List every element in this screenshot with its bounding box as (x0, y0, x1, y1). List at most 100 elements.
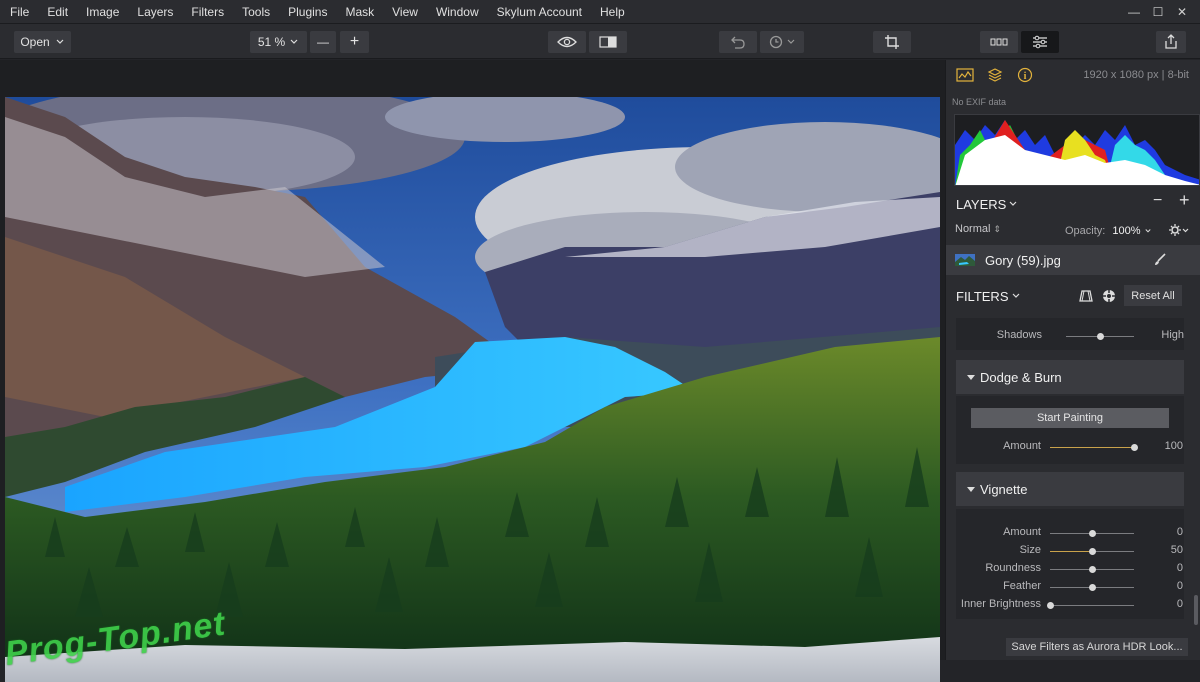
menu-layers[interactable]: Layers (128, 0, 182, 24)
slider-knob[interactable] (1089, 548, 1096, 555)
start-painting-button[interactable]: Start Painting (971, 408, 1169, 428)
dodge-amount-slider[interactable]: Amount 100 (946, 438, 1200, 456)
chevron-down-icon (1145, 229, 1151, 233)
reset-all-label: Reset All (1131, 289, 1175, 302)
vignette-header[interactable]: Vignette (956, 472, 1184, 506)
slider-track[interactable] (1050, 548, 1134, 555)
zoom-out-label: — (317, 35, 329, 49)
export-button[interactable] (1156, 31, 1186, 53)
mask-icon[interactable] (1079, 289, 1093, 303)
slider-value: 0 (1176, 562, 1183, 574)
shadows-label: Shadows (996, 329, 1042, 341)
tools-icon (990, 38, 1008, 46)
dodge-burn-title: Dodge & Burn (980, 369, 1062, 385)
menu-skylum-account[interactable]: Skylum Account (488, 0, 591, 24)
menu-file[interactable]: File (0, 0, 38, 24)
add-layer-icon[interactable]: + (1179, 190, 1190, 211)
chevron-down-icon (290, 39, 298, 44)
undo-button[interactable] (719, 31, 757, 53)
tools-button[interactable] (980, 31, 1018, 53)
shadows-track[interactable] (1066, 333, 1134, 340)
image-info: 1920 x 1080 px | 8-bit (1083, 69, 1189, 81)
remove-layer-icon[interactable]: − (1153, 192, 1162, 210)
menu-plugins[interactable]: Plugins (279, 0, 336, 24)
opacity-control[interactable]: Opacity: 100% (1065, 225, 1152, 237)
menu-filters[interactable]: Filters (182, 0, 233, 24)
zoom-in-button[interactable]: + (340, 31, 369, 53)
photo-canvas[interactable] (5, 97, 940, 682)
slider-knob[interactable] (1097, 333, 1104, 340)
caret-down-icon (967, 487, 975, 492)
menu-image[interactable]: Image (77, 0, 128, 24)
vignette-slider-row[interactable]: Amount 0 (946, 524, 1200, 542)
minimize-button[interactable]: — (1122, 0, 1146, 24)
layers-icon (987, 68, 1003, 82)
canvas-area[interactable]: Prog-Top.net (0, 60, 945, 682)
export-icon (1165, 34, 1177, 49)
menu-view[interactable]: View (383, 0, 427, 24)
info-tab[interactable]: i (1014, 64, 1036, 86)
blend-mode-label: Normal (955, 223, 991, 235)
shadows-slider[interactable]: Shadows High (946, 327, 1200, 345)
slider-label: Feather (1003, 580, 1041, 592)
vignette-slider-row[interactable]: Feather 0 (946, 578, 1200, 596)
dodge-burn-header[interactable]: Dodge & Burn (956, 360, 1184, 394)
slider-knob[interactable] (1047, 602, 1054, 609)
menu-window[interactable]: Window (427, 0, 488, 24)
blend-mode-select[interactable]: Normal ⇕ (955, 223, 1001, 235)
dodge-amount-track[interactable] (1050, 444, 1138, 451)
vignette-slider-row[interactable]: Size 50 (946, 542, 1200, 560)
slider-track[interactable] (1050, 584, 1134, 591)
close-button[interactable]: ✕ (1170, 0, 1194, 24)
histogram-tab[interactable] (954, 64, 976, 86)
slider-label: Size (1019, 544, 1041, 556)
dodge-amount-label: Amount (1003, 440, 1041, 452)
layer-settings-button[interactable] (1168, 223, 1190, 240)
compare-button[interactable] (589, 31, 627, 53)
svg-text:i: i (1024, 71, 1027, 82)
zoom-in-label: + (349, 33, 360, 50)
adjustments-button[interactable] (1021, 31, 1059, 53)
filters-header: FILTERS Reset All (946, 282, 1200, 310)
zoom-out-button[interactable]: — (310, 31, 336, 53)
panel-scrollbar[interactable] (1194, 595, 1198, 625)
chevron-down-icon (787, 39, 794, 44)
crop-icon (885, 35, 899, 49)
chevron-down-icon (1012, 293, 1019, 298)
layers-title[interactable]: LAYERS (956, 197, 1006, 212)
maximize-button[interactable]: ☐ (1146, 0, 1170, 24)
menu-edit[interactable]: Edit (38, 0, 77, 24)
crop-button[interactable] (873, 31, 911, 53)
slider-track[interactable] (1047, 602, 1134, 609)
slider-track[interactable] (1050, 530, 1134, 537)
open-button[interactable]: Open (14, 31, 71, 53)
menu-help[interactable]: Help (591, 0, 634, 24)
vignette-slider-row[interactable]: Roundness 0 (946, 560, 1200, 578)
slider-knob[interactable] (1131, 444, 1138, 451)
preview-button[interactable] (548, 31, 586, 53)
slider-value: 0 (1176, 526, 1183, 538)
vignette-slider-row[interactable]: Inner Brightness 0 (946, 596, 1200, 614)
toolbar: Open 51 % — + (0, 24, 1200, 59)
panel-tabs: i 1920 x 1080 px | 8-bit (946, 60, 1200, 90)
adjustments-icon (1033, 35, 1047, 49)
brush-icon[interactable] (1153, 253, 1167, 267)
menu-mask[interactable]: Mask (336, 0, 383, 24)
slider-knob[interactable] (1089, 530, 1096, 537)
reset-all-button[interactable]: Reset All (1124, 285, 1182, 306)
eye-icon (557, 36, 577, 48)
save-filters-button[interactable]: Save Filters as Aurora HDR Look... (1006, 638, 1188, 656)
layer-item[interactable]: Gory (59).jpg (946, 245, 1200, 275)
slider-track[interactable] (1050, 566, 1134, 573)
opacity-label: Opacity: (1065, 225, 1106, 237)
filter-catalog-icon[interactable] (1102, 289, 1116, 303)
slider-knob[interactable] (1089, 566, 1096, 573)
slider-knob[interactable] (1089, 584, 1096, 591)
slider-fill (1050, 551, 1092, 552)
slider-label: Roundness (985, 562, 1041, 574)
filters-title[interactable]: FILTERS (956, 289, 1009, 304)
zoom-select[interactable]: 51 % (250, 31, 307, 53)
history-button[interactable] (760, 31, 804, 53)
layers-tab[interactable] (984, 64, 1006, 86)
menu-tools[interactable]: Tools (233, 0, 279, 24)
